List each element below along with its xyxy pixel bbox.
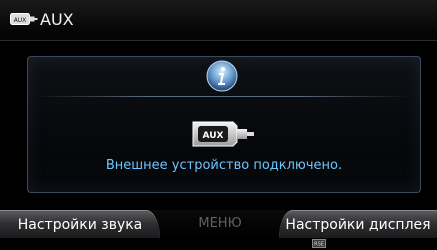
sound-settings-button[interactable]: Настройки звука — [0, 210, 160, 239]
panel-divider — [34, 96, 410, 97]
display-settings-button[interactable]: Настройки дисплея — [279, 210, 437, 239]
status-icon: RSE — [312, 239, 326, 248]
connection-message: Внешнее устройство подключено. — [105, 158, 343, 173]
aux-plug-icon: AUX — [192, 121, 254, 147]
menu-button[interactable]: МЕНЮ — [170, 210, 270, 238]
page-title: AUX — [40, 10, 74, 29]
aux-source-icon-label: AUX — [14, 17, 27, 24]
aux-plug-label: AUX — [203, 131, 224, 141]
aux-source-icon: AUX — [10, 13, 38, 25]
status-bar — [0, 238, 437, 250]
status-icon-label: RSE — [314, 242, 324, 248]
info-icon — [206, 60, 238, 92]
